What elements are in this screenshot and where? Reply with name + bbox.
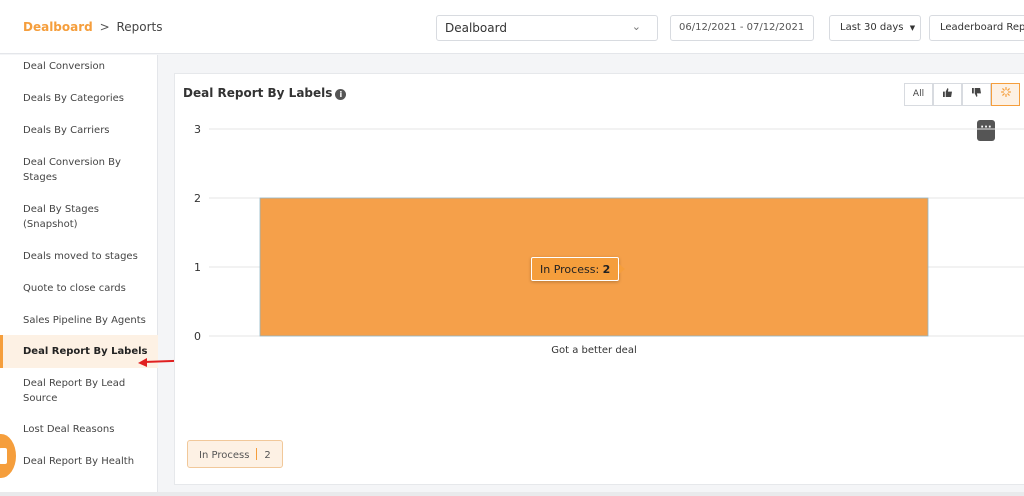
board-select[interactable]: Dealboard ⌄ (436, 15, 658, 41)
date-range-input[interactable]: 06/12/2021 - 07/12/2021 (670, 15, 814, 41)
tooltip-label: In Process: (540, 263, 600, 276)
legend-label: In Process (199, 450, 250, 461)
period-dropdown-label: Last 30 days (840, 22, 904, 33)
legend-chip-in-process[interactable]: In Process 2 (187, 440, 283, 468)
bottom-divider (0, 492, 1024, 496)
bar-chart: 0 1 2 3 Got a better deal (194, 123, 1024, 356)
board-select-value: Dealboard (445, 21, 507, 35)
sidebar-item-lost-deal-reasons[interactable]: Lost Deal Reasons (0, 422, 158, 437)
y-tick-label: 3 (194, 123, 201, 136)
sidebar-item-deal-report-by-health[interactable]: Deal Report By Health (0, 454, 158, 469)
sidebar-item-deal-report-by-labels[interactable]: Deal Report By Labels (0, 335, 158, 368)
report-sidebar: Deal Conversion Deals By Categories Deal… (0, 55, 158, 496)
x-tick-label: Got a better deal (551, 345, 636, 356)
period-dropdown-button[interactable]: Last 30 days ▼ (829, 15, 921, 41)
sidebar-item-deals-by-categories[interactable]: Deals By Categories (0, 91, 158, 106)
caret-down-icon: ▼ (909, 24, 916, 32)
sidebar-item-deals-moved-to-stages[interactable]: Deals moved to stages (0, 249, 158, 264)
breadcrumb-separator: > (99, 20, 110, 34)
chart-tooltip: In Process: 2 (531, 257, 626, 281)
chat-icon (0, 448, 7, 464)
legend-value: 2 (264, 450, 271, 461)
y-tick-label: 2 (194, 192, 201, 205)
breadcrumb-root-link[interactable]: Dealboard (23, 20, 93, 34)
y-tick-label: 1 (194, 261, 201, 274)
sidebar-item-deal-by-stages-snapshot[interactable]: Deal By Stages (Snapshot) (0, 202, 158, 232)
sidebar-item-deals-by-carriers[interactable]: Deals By Carriers (0, 123, 158, 138)
report-button[interactable]: Leaderboard Rep (929, 15, 1024, 41)
breadcrumb: Dealboard > Reports (23, 20, 163, 34)
top-bar: Dealboard > Reports Dealboard ⌄ 06/12/20… (0, 0, 1024, 54)
sidebar-item-deal-conversion-by-stages[interactable]: Deal Conversion By Stages (0, 155, 158, 185)
legend-divider (256, 448, 258, 460)
chevron-down-icon: ⌄ (631, 20, 641, 33)
sidebar-item-sales-pipeline-by-agents[interactable]: Sales Pipeline By Agents (0, 313, 158, 328)
breadcrumb-current: Reports (116, 20, 163, 34)
tooltip-value: 2 (602, 263, 611, 276)
y-tick-label: 0 (194, 330, 201, 343)
sidebar-item-quote-to-close-cards[interactable]: Quote to close cards (0, 281, 158, 296)
report-card: Deal Report By Labels i All ··· 0 1 2 3 Got a… (174, 73, 1024, 485)
sidebar-item-deal-report-by-lead-source[interactable]: Deal Report By Lead Source (0, 376, 158, 406)
sidebar-item-deal-conversion[interactable]: Deal Conversion (0, 59, 158, 74)
